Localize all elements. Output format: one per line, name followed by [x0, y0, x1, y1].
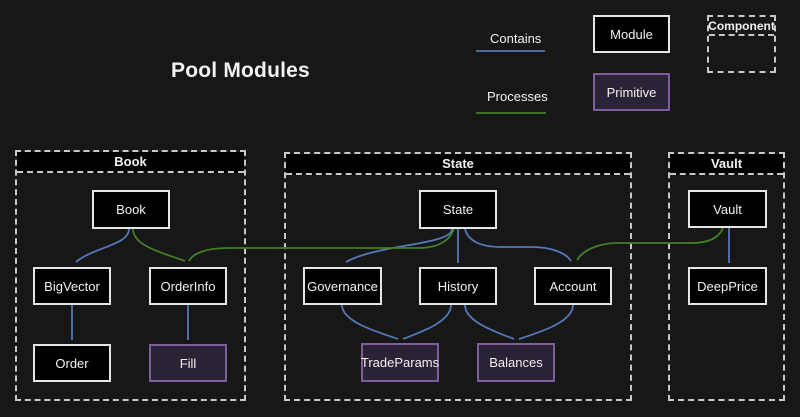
node-governance: Governance	[303, 267, 382, 305]
node-orderinfo: OrderInfo	[149, 267, 227, 305]
node-account: Account	[534, 267, 612, 305]
node-tradeparams: TradeParams	[361, 343, 439, 382]
edge-state-account	[465, 229, 571, 261]
edge-book-bigvector	[76, 229, 129, 262]
node-deepprice: DeepPrice	[688, 267, 767, 305]
node-vault-label: Vault	[713, 202, 742, 217]
edge-vault-account	[577, 228, 723, 260]
node-history: History	[419, 267, 497, 305]
node-orderinfo-label: OrderInfo	[161, 279, 216, 294]
node-book: Book	[92, 190, 170, 229]
legend-module-box: Module	[593, 15, 670, 53]
edge-account-balances	[519, 305, 573, 339]
node-order-label: Order	[55, 356, 88, 371]
legend-component-box: Component	[707, 15, 776, 73]
node-fill-label: Fill	[180, 356, 197, 371]
node-bigvector-label: BigVector	[44, 279, 100, 294]
node-history-label: History	[438, 279, 478, 294]
legend-module-label: Module	[610, 27, 653, 42]
edge-history-tradeparams	[403, 305, 451, 339]
node-bigvector: BigVector	[33, 267, 111, 305]
diagram-canvas: Pool Modules Contains Processes Module P…	[0, 0, 800, 417]
node-fill: Fill	[149, 344, 227, 382]
legend-primitive-box: Primitive	[593, 73, 670, 111]
legend-primitive-label: Primitive	[607, 85, 657, 100]
node-account-label: Account	[550, 279, 597, 294]
legend-component-label: Component	[709, 17, 774, 36]
node-state-label: State	[443, 202, 473, 217]
edge-book-orderinfo	[133, 229, 185, 261]
node-balances: Balances	[477, 343, 555, 382]
edge-governance-tradeparams	[342, 305, 398, 339]
node-balances-label: Balances	[489, 355, 542, 370]
node-governance-label: Governance	[307, 279, 378, 294]
edge-history-balances	[465, 305, 514, 339]
node-order: Order	[33, 344, 111, 382]
node-vault: Vault	[688, 190, 767, 228]
node-tradeparams-label: TradeParams	[361, 355, 439, 370]
node-book-label: Book	[116, 202, 146, 217]
node-deepprice-label: DeepPrice	[697, 279, 758, 294]
node-state: State	[419, 190, 497, 229]
